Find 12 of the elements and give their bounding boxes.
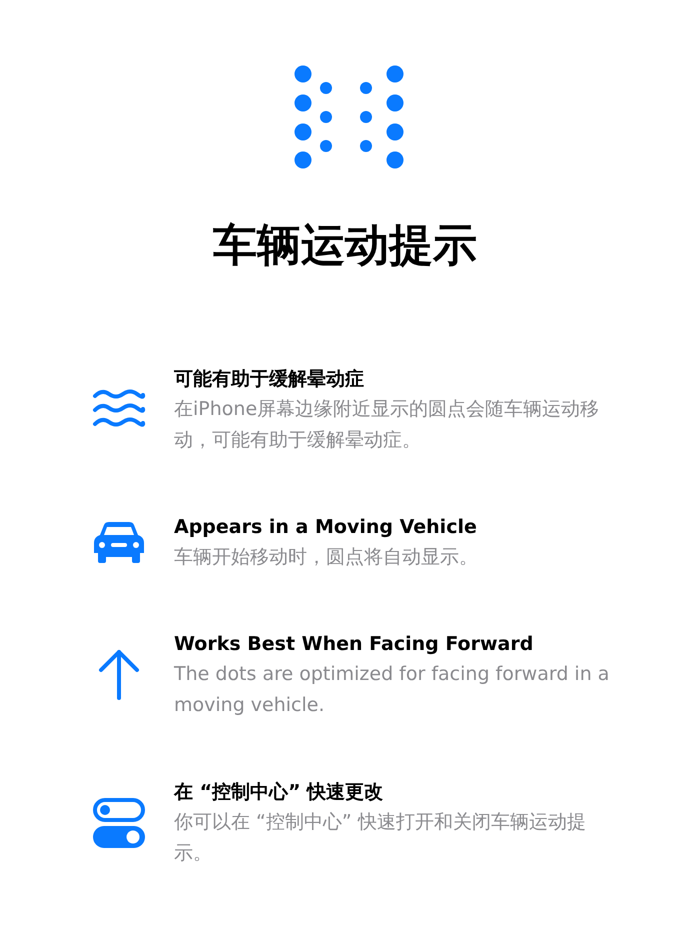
feature-description: The dots are optimized for facing forward in a moving vehicle. <box>174 662 610 718</box>
feature-description: 车辆开始移动时，圆点将自动显示。 <box>174 545 479 570</box>
feature-description: 你可以在 “控制中心” 快速打开和关闭车辆运动提示。 <box>174 810 587 866</box>
toggles-icon <box>92 797 146 849</box>
feature-description: 在iPhone屏幕边缘附近显示的圆点会随车辆运动移动，可能有助于缓解晕动症。 <box>174 397 600 453</box>
car-icon <box>92 520 146 564</box>
feature-heading: Appears in a Moving Vehicle <box>174 515 478 540</box>
dots-logo-icon <box>293 64 405 170</box>
page-title: 车辆运动提示 <box>213 220 477 272</box>
feature-heading: 可能有助于缓解晕动症 <box>174 367 365 392</box>
feature-heading: 在 “控制中心” 快速更改 <box>174 780 384 805</box>
feature-heading: Works Best When Facing Forward <box>174 632 534 657</box>
